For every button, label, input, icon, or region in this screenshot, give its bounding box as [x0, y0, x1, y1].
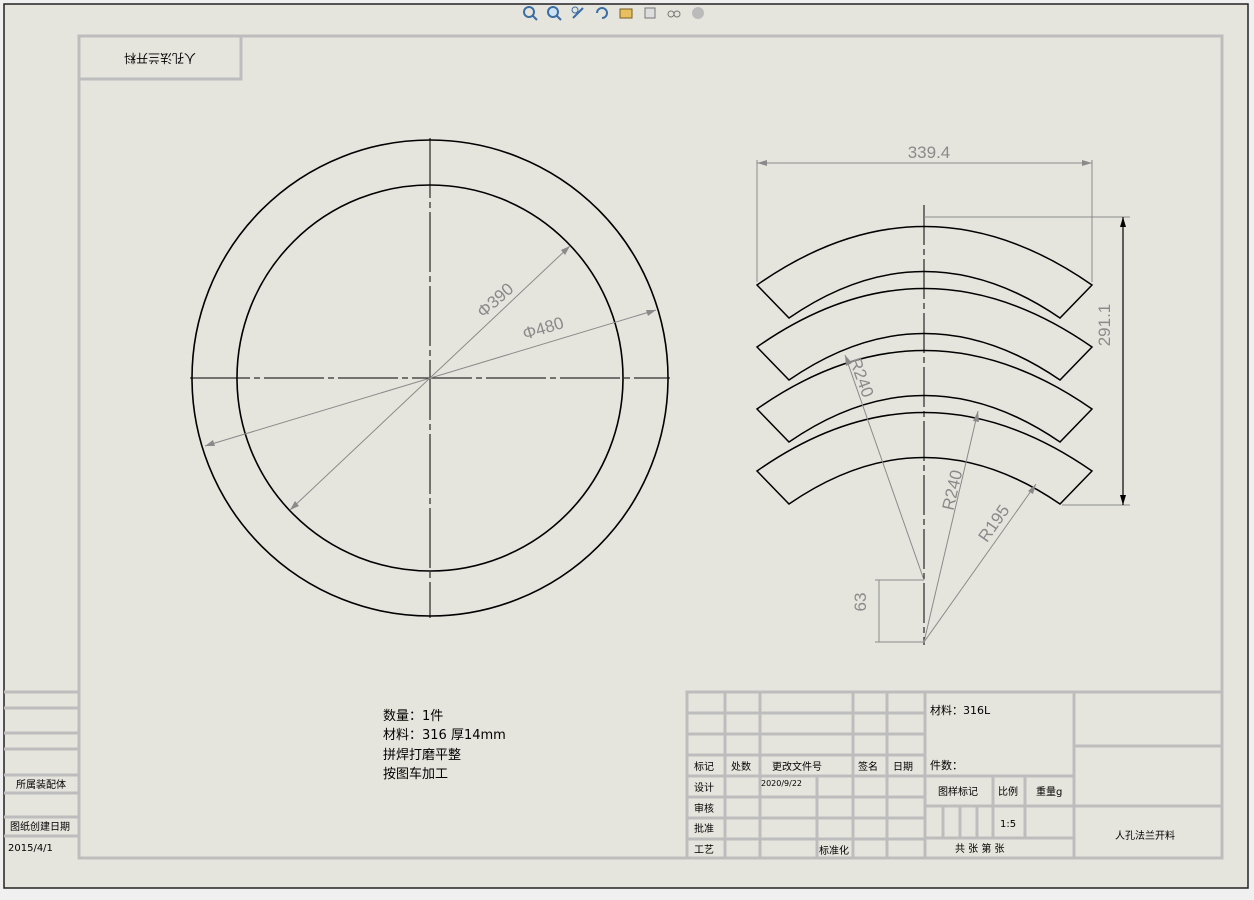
design-date: 2020/9/22	[761, 779, 802, 788]
appearance-icon[interactable]	[688, 3, 708, 23]
header-signature: 签名	[858, 760, 878, 773]
created-date-label: 图纸创建日期	[10, 820, 70, 833]
note-line: 拼焊打磨平整	[383, 747, 461, 763]
dim-label-offset: 63	[851, 593, 870, 612]
zoom-to-fit-icon[interactable]	[520, 3, 540, 23]
zoom-area-icon[interactable]	[544, 3, 564, 23]
standardize-label: 标准化	[819, 844, 849, 857]
scale-label: 比例	[998, 785, 1018, 798]
drawing-sheet: 人孔法兰开料 Φ390 Φ480 339.4 291.1 R240 R240 R…	[3, 3, 1249, 889]
row-review: 审核	[694, 802, 714, 815]
assembly-label: 所属装配体	[16, 778, 66, 791]
dim-label-width: 339.4	[908, 143, 951, 162]
scale-value: 1:5	[1000, 819, 1016, 830]
note-line: 数量：1件	[383, 709, 443, 724]
rotate-icon[interactable]	[592, 3, 612, 23]
stage-label: 图样标记	[938, 785, 978, 798]
sheet-border	[3, 3, 1249, 889]
view-toolbar	[520, 2, 708, 24]
row-process: 工艺	[694, 844, 714, 856]
top-tab-text: 人孔法兰开料	[124, 51, 196, 65]
row-approve: 批准	[694, 822, 714, 835]
header-mark: 标记	[694, 761, 714, 773]
note-line: 按图车加工	[383, 766, 448, 782]
dim-label-height: 291.1	[1095, 304, 1114, 347]
header-change-doc: 更改文件号	[772, 760, 822, 773]
count-label: 件数：	[930, 759, 963, 772]
display-style-icon[interactable]	[640, 3, 660, 23]
part-name: 人孔法兰开料	[1115, 829, 1175, 842]
view-settings-icon[interactable]	[616, 3, 636, 23]
header-count: 处数	[731, 760, 751, 773]
created-date-value: 2015/4/1	[8, 843, 53, 854]
note-line: 材料：316 厚14mm	[383, 728, 506, 743]
header-date: 日期	[893, 761, 913, 773]
hide-show-icon[interactable]	[664, 3, 684, 23]
pan-icon[interactable]	[568, 3, 588, 23]
material-label: 材料：316L	[930, 703, 991, 717]
weight-label: 重量g	[1036, 785, 1062, 798]
sheets-label: 共 张 第 张	[955, 842, 1005, 855]
row-design: 设计	[694, 781, 714, 794]
